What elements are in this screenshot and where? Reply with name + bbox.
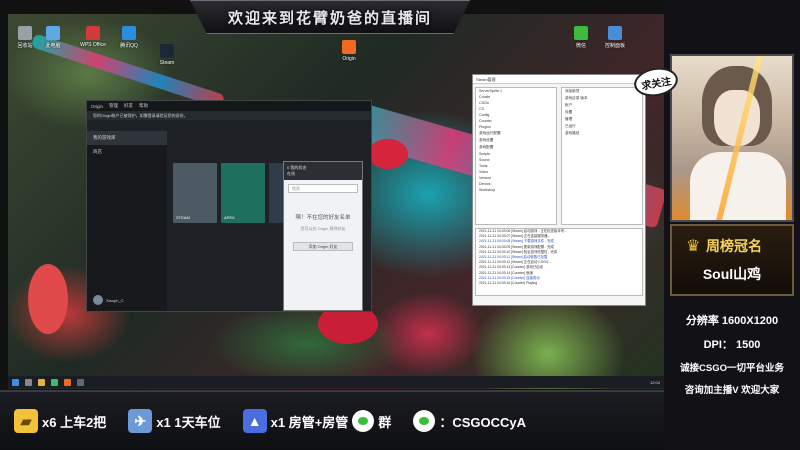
desktop-icon[interactable]: Origin: [336, 40, 362, 62]
wps-icon: [86, 26, 100, 40]
control-panel-icon: [608, 26, 622, 40]
tool-titlebar: Steam管理: [473, 75, 645, 84]
flower-graphic: [368, 139, 408, 169]
steam-tool-window[interactable]: Steam管理 ServerSprite 1 Cookie CSGo CS Co…: [472, 74, 646, 306]
tree-item[interactable]: 游戏运行配置: [476, 130, 556, 137]
log-line: 2021-11-21 04:03:16 [Counter] Playing: [479, 281, 538, 286]
recycle-bin-icon: [18, 26, 32, 40]
streamer-avatar-art: [670, 54, 794, 222]
panel-item: 游戏路径: [565, 131, 580, 135]
friends-search-input[interactable]: 搜索: [288, 184, 358, 193]
promo-text: 诚接CSGO一切平台业务: [680, 363, 784, 374]
wechat-icon: [413, 410, 436, 432]
panel-item: 已运行: [565, 124, 576, 128]
stream-overlay: 此电脑 WPS Office 腾讯QQ 回收站 微信 控制面板 Origin S…: [0, 0, 800, 450]
body-graphic: [690, 152, 786, 220]
panel-item: 帐户: [565, 103, 573, 107]
username: Xiaoph_C: [106, 297, 124, 303]
flower-graphic: [28, 264, 68, 334]
friends-empty-subtitle: 您可以在 Origin 搜寻好友: [300, 226, 346, 231]
search-icon[interactable]: [25, 378, 32, 386]
stream-title: 欢迎来到花臂奶爸的直播间: [227, 8, 432, 27]
right-panel: 求关注 ♛ 周榜冠名 Soul山鸡 分辨率 1600X1200 DPI： 150…: [631, 0, 800, 450]
friends-empty-title: 咦！不在您的好友名单: [295, 215, 351, 221]
weekly-champion-card: ♛ 周榜冠名 Soul山鸡: [670, 224, 794, 296]
menu-item[interactable]: 好友: [124, 103, 133, 109]
origin-icon: [342, 40, 356, 54]
desktop-icon[interactable]: 此电脑: [40, 26, 66, 49]
taskbar-clock: 12:04: [649, 379, 660, 385]
qq-icon: [122, 26, 136, 40]
wechat-icon: [574, 26, 588, 40]
origin-user[interactable]: Xiaoph_C: [93, 295, 124, 305]
ticket-icon: ▰: [14, 409, 38, 433]
tool-detail-panel: 添加新项 游戏目录 版本 帐户 设置 管理 已运行 游戏路径: [561, 87, 643, 225]
tree-item[interactable]: Workshop: [476, 187, 556, 193]
desktop-icon[interactable]: 微信: [568, 26, 594, 49]
game-tile[interactable]: STEAM: [173, 163, 217, 223]
champion-name: Soul山鸡: [702, 266, 762, 282]
tool-tree[interactable]: ServerSprite 1 Cookie CSGo CS Config Cou…: [475, 87, 557, 225]
reward-bar: ▰ x6 上车2把 ✈ x1 1天车位 ▲ x1 房管+房管 群 ：CSGOCC…: [0, 390, 664, 450]
stream-title-banner: 欢迎来到花臂奶爸的直播间: [190, 0, 470, 34]
airplane-icon: ✈: [128, 409, 153, 433]
rocket-icon: ▲: [242, 409, 267, 433]
browser-icon[interactable]: [51, 378, 58, 386]
game-tile[interactable]: [269, 163, 283, 223]
desktop-icon[interactable]: 控制面板: [602, 26, 628, 49]
reward-item: ▰ x6 上车2把: [14, 409, 106, 433]
follow-text: 求关注: [640, 75, 673, 92]
origin-sidebar: 我的游戏库 商店 Xiaoph_C: [87, 131, 167, 311]
dpi-text: DPI： 1500: [703, 339, 761, 351]
game-tile[interactable]: APEX: [221, 163, 265, 223]
sidebar-item-store[interactable]: 商店: [87, 145, 167, 159]
computer-icon: [46, 26, 60, 40]
panel-item[interactable]: 管理: [562, 116, 642, 123]
menu-item[interactable]: 管理: [109, 103, 118, 109]
promo-text: 咨询加主播V 欢迎大家: [684, 385, 780, 396]
panel-item: 游戏目录 版本: [565, 96, 588, 100]
tree-item[interactable]: 游戏设置: [476, 137, 556, 144]
origin-window[interactable]: Origin 管理 好友 帮助 您的Origin帐户已被保护，如需登录请验证您的…: [86, 100, 372, 312]
champion-title: 周榜冠名: [706, 238, 762, 254]
panel-item[interactable]: 设置: [562, 109, 642, 116]
tool-log: 2021-11-21 04:03:06 [Steam] 启动游戏 - 正在检查版…: [475, 228, 643, 296]
friends-header: 0 我的状态 在线: [284, 162, 362, 180]
start-icon[interactable]: [12, 378, 19, 386]
reward-item: ：CSGOCCyA: [413, 410, 526, 432]
crown-icon: ♛: [686, 238, 701, 255]
resolution-text: 分辨率 1600X1200: [685, 315, 779, 327]
origin-menubar: Origin 管理 好友 帮助: [87, 101, 371, 111]
tree-item[interactable]: 游戏配置: [476, 144, 556, 151]
add-friend-button[interactable]: 添加 Origin 好友: [293, 242, 353, 251]
explorer-icon[interactable]: [38, 378, 45, 386]
desktop-icon[interactable]: 回收站: [12, 26, 38, 49]
menu-item[interactable]: 帮助: [139, 103, 148, 109]
avatar: [93, 295, 103, 305]
friends-panel: 0 我的状态 在线 搜索 咦！不在您的好友名单 您可以在 Origin 搜寻好友…: [283, 161, 363, 311]
sidebar-item-library[interactable]: 我的游戏库: [87, 131, 167, 145]
origin-notice: 您的Origin帐户已被保护，如需登录请验证您的身份。: [87, 111, 371, 120]
desktop-icon[interactable]: WPS Office: [80, 26, 106, 48]
panel-item[interactable]: 添加新项: [562, 88, 642, 95]
taskbar: 12:04: [8, 376, 664, 388]
streamer-info: 分辨率 1600X1200 DPI： 1500 诚接CSGO一切平台业务 咨询加…: [670, 312, 794, 420]
origin-icon[interactable]: [64, 378, 71, 386]
steam-icon[interactable]: [77, 378, 84, 386]
wechat-icon: [352, 410, 375, 432]
reward-item: ▲ x1 房管+房管 群: [242, 409, 391, 433]
desktop-screen: 此电脑 WPS Office 腾讯QQ 回收站 微信 控制面板 Origin S…: [8, 14, 664, 389]
desktop-icon[interactable]: Steam: [154, 44, 180, 66]
reward-item: ✈ x1 1天车位: [128, 409, 221, 433]
menu-item[interactable]: Origin: [91, 104, 103, 109]
desktop-icon[interactable]: 腾讯QQ: [116, 26, 142, 49]
steam-icon: [160, 44, 174, 58]
